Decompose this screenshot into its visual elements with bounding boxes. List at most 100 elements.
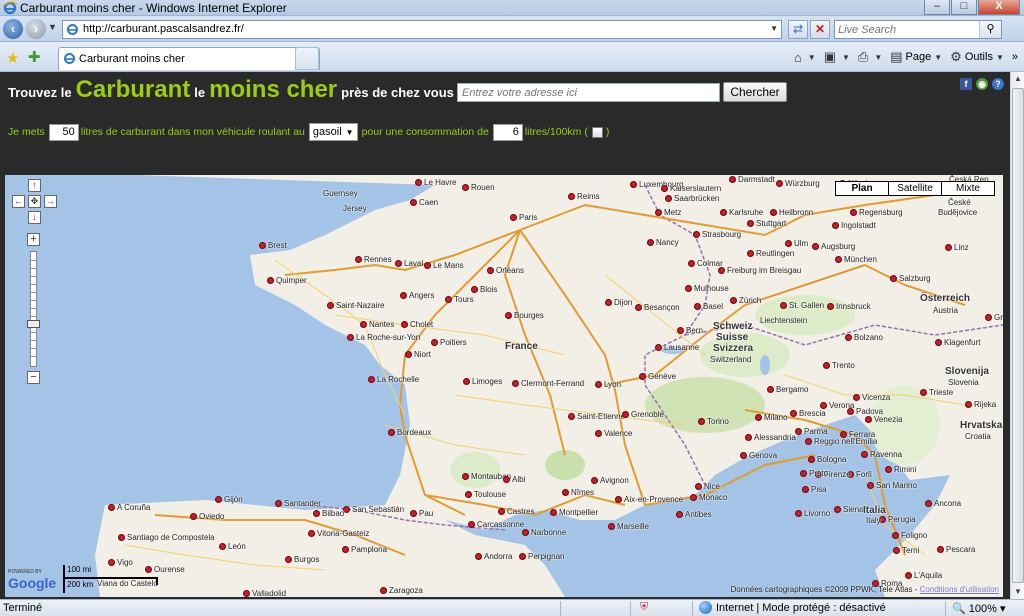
scroll-down-icon[interactable]: ▼ [1012, 585, 1024, 599]
tab-label: Carburant moins cher [79, 53, 185, 65]
map-label: Andorra [475, 552, 512, 561]
map-label: Saint-Nazaire [327, 301, 384, 310]
search-icon[interactable]: ⚲ [979, 21, 1001, 38]
liters-input[interactable] [48, 123, 79, 141]
map-label: Limoges [463, 377, 502, 386]
url-dropdown-icon[interactable]: ▼ [770, 24, 778, 33]
pan-control[interactable]: ↑ ← ✥ → ↓ [11, 179, 59, 227]
map-label: Nancy [647, 238, 679, 247]
address-input[interactable] [457, 83, 720, 102]
live-search-input[interactable] [835, 21, 975, 38]
map-label: Blois [471, 285, 497, 294]
map-label: Valence [595, 429, 632, 438]
map-label: Austria [933, 306, 958, 315]
zoom-level[interactable]: 🔍 100% ▾ [952, 602, 1005, 615]
google-logo[interactable]: Google [8, 575, 56, 591]
zoom-slider[interactable] [30, 251, 37, 367]
map-copyright: Données cartographiques ©2009 PPWK, Tele… [730, 585, 999, 594]
url-text[interactable]: http://carburant.pascalsandrez.fr/ [83, 23, 244, 35]
map-label: Guernsey [323, 189, 358, 198]
map-label: Milano [755, 413, 788, 422]
favorites-star-icon[interactable]: ★ [6, 49, 19, 67]
map-label: Padova [847, 407, 883, 416]
page-scrollbar[interactable]: ▲ ▼ [1010, 72, 1024, 599]
minimize-button[interactable]: – [924, 0, 950, 15]
page-content: Trouvez le Carburant le moins cher près … [0, 72, 1010, 599]
stop-icon[interactable]: ✕ [810, 20, 830, 39]
rss-icon: ▣ [823, 49, 836, 64]
map-label: Angers [400, 291, 434, 300]
feeds-button[interactable]: ▣ ▼ [824, 49, 850, 65]
tools-menu[interactable]: ⚙ Outils ▼ [950, 49, 1004, 65]
map-type-mixte[interactable]: Mixte [941, 181, 995, 196]
pan-up-icon[interactable]: ↑ [28, 179, 41, 192]
home-button[interactable]: ⌂ ▼ [794, 50, 816, 65]
share-icon[interactable]: ◉ [976, 78, 988, 90]
back-button[interactable]: ‹ [3, 19, 23, 39]
map-label: Prato [800, 469, 828, 478]
add-favorites-icon[interactable]: ✚ [28, 48, 41, 66]
pan-right-icon[interactable]: → [44, 195, 57, 208]
map-type-satellite[interactable]: Satellite [888, 181, 942, 196]
map-label: Caen [410, 198, 438, 207]
map-label: Brescia [790, 409, 826, 418]
chercher-button[interactable]: Chercher [723, 82, 787, 102]
map-label: Tours [445, 295, 474, 304]
zoom-in-button[interactable]: + [27, 233, 40, 246]
url-field[interactable]: http://carburant.pascalsandrez.fr/ ▼ [62, 20, 782, 39]
page-headline: Trouvez le Carburant le moins cher près … [8, 76, 454, 103]
pan-down-icon[interactable]: ↓ [28, 211, 41, 224]
forward-button[interactable]: › [26, 19, 46, 39]
map-label: Bolzano [845, 333, 883, 342]
terms-link[interactable]: Conditions d'utilisation [920, 585, 999, 594]
map-label: Lyon [595, 380, 621, 389]
map-label: Parma [795, 427, 828, 436]
maximize-button[interactable]: □ [951, 0, 977, 15]
scroll-up-icon[interactable]: ▲ [1012, 72, 1024, 86]
pan-left-icon[interactable]: ← [12, 195, 25, 208]
compat-refresh-icon[interactable]: ⇄ [788, 20, 808, 39]
map-label: Vitoria-Gasteiz [308, 529, 369, 538]
page-menu[interactable]: ▤ Page ▼ [890, 49, 942, 65]
map-label: Mulhouse [685, 284, 729, 293]
map-label: Torino [698, 417, 729, 426]
facebook-icon[interactable]: f [960, 78, 972, 90]
print-button[interactable]: ⎙ ▼ [858, 49, 882, 65]
map[interactable]: Le Havre Rouen Guernsey Jersey Caen Paris Reim… [5, 175, 1003, 597]
option-checkbox[interactable] [591, 126, 603, 138]
map-label: Stuttgart [747, 219, 786, 228]
more-menu[interactable]: » [1012, 51, 1018, 63]
new-tab-button[interactable] [295, 47, 319, 70]
internet-zone-icon [699, 601, 712, 614]
map-label: Bergamo [767, 385, 808, 394]
help-icon[interactable]: ? [992, 78, 1004, 90]
zoom-handle[interactable] [27, 320, 40, 328]
map-label: Bologna [808, 455, 846, 464]
map-label: Aix-en-Provence [615, 495, 683, 504]
map-label: Bilbao [313, 509, 344, 518]
ie-logo-icon [3, 1, 17, 15]
consumption-input[interactable] [492, 123, 523, 141]
map-label: Castres [498, 507, 535, 516]
zoom-out-button[interactable]: − [27, 371, 40, 384]
map-label: Niort [405, 350, 431, 359]
page-icon [67, 24, 78, 35]
map-label: Bern [677, 326, 703, 335]
protected-mode-icon[interactable]: ⛨ [640, 601, 648, 614]
map-type-plan[interactable]: Plan [835, 181, 889, 196]
fuel-select[interactable]: gasoil ▼ [308, 123, 358, 141]
map-label: Ingolstadt [832, 221, 876, 230]
map-label: Karlsruhe [720, 208, 763, 217]
map-label: Ulm [785, 239, 808, 248]
history-dropdown-icon[interactable]: ▼ [48, 22, 57, 32]
map-label: Marseille [608, 522, 649, 531]
map-label: Santiago de Compostela [118, 533, 215, 542]
scroll-thumb[interactable] [1012, 88, 1024, 583]
live-search-box[interactable]: ⚲ [834, 20, 1002, 39]
tab-carburant[interactable]: Carburant moins cher [58, 47, 320, 70]
pan-center-icon[interactable]: ✥ [28, 195, 41, 208]
close-button[interactable]: X [978, 0, 1020, 15]
map-label: Zürich [730, 296, 761, 305]
map-label: České [948, 198, 971, 207]
map-label: Perugia [879, 515, 916, 524]
